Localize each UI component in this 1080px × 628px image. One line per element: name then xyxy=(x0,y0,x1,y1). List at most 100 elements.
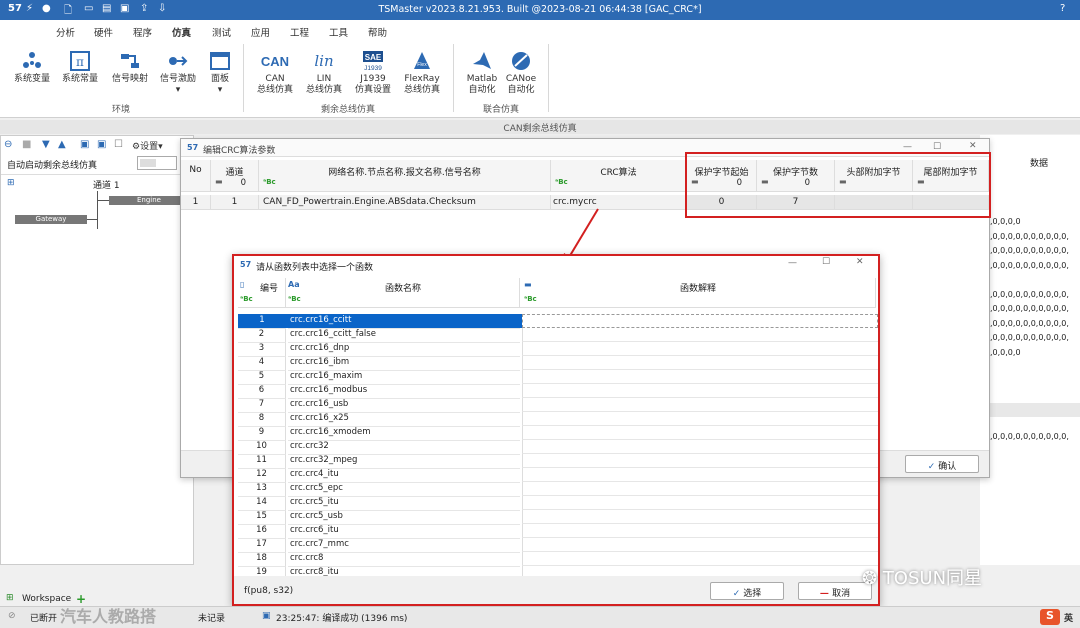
function-row[interactable]: 18 crc.crc8 xyxy=(238,552,878,567)
filter-abc-icon[interactable]: ᵃBc xyxy=(263,178,276,186)
system-variables-button[interactable]: 系统变量 xyxy=(10,48,54,85)
confirm-label: 确认 xyxy=(938,462,957,472)
filter-abc-icon[interactable]: ᵃBc xyxy=(288,295,301,303)
function-row[interactable]: 12 crc.crc4_itu xyxy=(238,468,878,483)
function-row[interactable]: 8 crc.crc16_x25 xyxy=(238,412,878,427)
menu-hardware[interactable]: 硬件 xyxy=(94,25,113,39)
menu-project[interactable]: 工程 xyxy=(290,25,309,39)
filter-abc-icon[interactable]: ᵃBc xyxy=(555,178,568,186)
expand-icon[interactable]: ▣ xyxy=(80,139,89,150)
divider xyxy=(1,174,193,175)
move-up-icon[interactable]: ▲ xyxy=(58,139,66,150)
col-signal-path[interactable]: 网络名称.节点名称.报文名称.信号名称 ᵃBc xyxy=(259,160,551,192)
function-row[interactable]: 17 crc.crc7_mmc xyxy=(238,538,878,553)
panel-dropdown-icon[interactable]: ▾ xyxy=(198,85,242,96)
sae-j1939-icon: SAE J1939 xyxy=(363,51,383,72)
auto-start-toggle[interactable] xyxy=(137,156,177,170)
channel-filter-value[interactable]: 0 xyxy=(241,178,246,188)
engine-node[interactable]: Engine xyxy=(109,196,189,205)
function-row[interactable]: 6 crc.crc16_modbus xyxy=(238,384,878,399)
function-number: 4 xyxy=(238,357,286,371)
close-icon[interactable]: ✕ xyxy=(969,141,977,151)
view-icon[interactable]: ☐ xyxy=(114,139,123,150)
move-down-icon[interactable]: ▼ xyxy=(42,139,50,150)
function-row[interactable]: 4 crc.crc16_ibm xyxy=(238,356,878,371)
close-icon[interactable]: ✕ xyxy=(856,257,864,267)
menu-program[interactable]: 程序 xyxy=(133,25,152,39)
workspace-icon: ⊞ xyxy=(6,593,14,603)
function-row[interactable]: 13 crc.crc5_epc xyxy=(238,482,878,497)
cancel-button[interactable]: — 取消 xyxy=(798,582,872,600)
maximize-icon[interactable]: ☐ xyxy=(822,257,830,267)
can-simulation-button[interactable]: CAN CAN 总线仿真 xyxy=(253,48,297,96)
stop-icon[interactable]: ■ xyxy=(22,139,31,150)
maximize-icon[interactable]: ☐ xyxy=(933,142,941,152)
col-crc-algorithm[interactable]: CRC算法 ᵃBc xyxy=(551,160,687,192)
function-row[interactable]: 5 crc.crc16_maxim xyxy=(238,370,878,385)
minimize-icon[interactable]: — xyxy=(903,142,912,152)
signal-stimulus-dropdown-icon[interactable]: ▾ xyxy=(156,85,200,96)
col-channel[interactable]: 通道 ▬ 0 xyxy=(211,160,259,192)
function-name: crc.crc5_itu xyxy=(288,497,520,511)
function-row[interactable]: 7 crc.crc16_usb xyxy=(238,398,878,413)
signal-stimulus-button[interactable]: 信号激励 ▾ xyxy=(156,48,200,96)
flexray-simulation-button[interactable]: Flex FlexRay 总线仿真 xyxy=(400,48,444,96)
minimize-icon[interactable]: — xyxy=(788,258,797,268)
col-number[interactable]: ▯ 编号 ᵃBc xyxy=(238,278,286,308)
filter-abc-icon[interactable]: ᵃBc xyxy=(524,295,537,303)
canoe-automation-button[interactable]: CANoe 自动化 xyxy=(499,48,543,96)
panel-button[interactable]: 面板 ▾ xyxy=(198,48,242,96)
col-crc-algorithm-label: CRC算法 xyxy=(600,168,637,178)
canoe-label: CANoe xyxy=(505,74,537,84)
auto-start-label: 自动启动剩余总线仿真 xyxy=(7,161,98,171)
refresh-icon[interactable]: ⊖ xyxy=(4,139,12,150)
signal-mapping-button[interactable]: 信号映射 xyxy=(108,48,152,85)
menu-simulation[interactable]: 仿真 xyxy=(172,25,192,44)
menu-analysis[interactable]: 分析 xyxy=(56,25,75,39)
function-row[interactable]: 15 crc.crc5_usb xyxy=(238,510,878,525)
system-constants-button[interactable]: π 系统常量 xyxy=(58,48,102,85)
ime-mode[interactable]: 英 xyxy=(1064,611,1073,624)
col-function-desc[interactable]: ▬ 函数解释 ᵃBc xyxy=(520,278,876,308)
function-description xyxy=(522,524,878,538)
func-dialog-title: 请从函数列表中选择一个函数 xyxy=(256,263,374,273)
matlab-automation-button[interactable]: Matlab 自动化 xyxy=(460,48,504,96)
j1939-settings-button[interactable]: SAE J1939 J1939 仿真设置 xyxy=(351,48,395,96)
function-row[interactable]: 14 crc.crc5_itu xyxy=(238,496,878,511)
menu-application[interactable]: 应用 xyxy=(251,25,270,39)
function-row[interactable]: 1 crc.crc16_ccitt xyxy=(238,314,878,329)
confirm-button[interactable]: ✓ 确认 xyxy=(905,455,979,473)
j1939-label: J1939 xyxy=(360,74,386,84)
sogou-ime-icon[interactable]: S xyxy=(1040,609,1060,625)
collapse-icon[interactable]: ▣ xyxy=(97,139,106,150)
gateway-node[interactable]: Gateway xyxy=(15,215,87,224)
function-description xyxy=(522,314,878,328)
function-row[interactable]: 16 crc.crc6_itu xyxy=(238,524,878,539)
menu-help[interactable]: 帮助 xyxy=(368,25,387,39)
filter-abc-icon[interactable]: ᵃBc xyxy=(240,295,253,303)
data-row: ,0,0,0,0,0,0,0,0,0,0, xyxy=(990,432,1069,441)
col-function-name[interactable]: Aa 函数名称 ᵃBc xyxy=(286,278,520,308)
select-button[interactable]: ✓ 选择 xyxy=(710,582,784,600)
function-row[interactable]: 19 crc.crc8_itu xyxy=(238,566,878,576)
channel-1-label[interactable]: 通道 1 xyxy=(93,178,120,191)
lin-simulation-button[interactable]: lin LIN 总线仿真 xyxy=(302,48,346,96)
help-button[interactable]: ? xyxy=(1060,3,1065,14)
function-name: crc.crc7_mmc xyxy=(288,539,520,553)
function-row[interactable]: 11 crc.crc32_mpeg xyxy=(238,454,878,469)
function-number: 6 xyxy=(238,385,286,399)
filter-icon[interactable]: ▬ xyxy=(215,177,223,186)
settings-button[interactable]: ⚙设置▾ xyxy=(132,139,163,152)
watermark-right-text: TOSUN同星 xyxy=(882,568,983,589)
menu-test[interactable]: 测试 xyxy=(212,25,231,39)
ribbon: 系统变量 π 系统常量 信号映射 信号激励 ▾ 面板 ▾ 环境 CAN CAN … xyxy=(0,42,1080,118)
function-row[interactable]: 9 crc.crc16_xmodem xyxy=(238,426,878,441)
compile-icon: ▣ xyxy=(262,611,271,621)
menu-tools[interactable]: 工具 xyxy=(329,25,348,39)
scroll-band xyxy=(980,403,1080,417)
col-function-name-label: 函数名称 xyxy=(384,284,421,294)
function-row[interactable]: 2 crc.crc16_ccitt_false xyxy=(238,328,878,343)
function-row[interactable]: 3 crc.crc16_dnp xyxy=(238,342,878,357)
function-row[interactable]: 10 crc.crc32 xyxy=(238,440,878,455)
col-no[interactable]: No xyxy=(181,160,211,192)
